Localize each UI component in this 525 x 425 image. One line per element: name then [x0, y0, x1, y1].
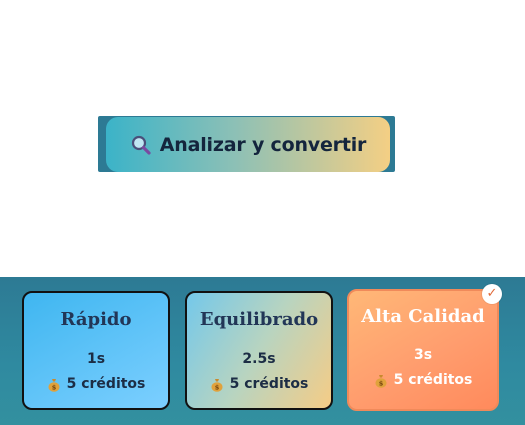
svg-text:$: $ [51, 383, 56, 391]
quality-card-equilibrado[interactable]: Equilibrado 2.5s $ 5 créditos [185, 291, 333, 410]
quality-card-alta-calidad[interactable]: ✓ Alta Calidad 3s $ 5 créditos [347, 284, 502, 411]
quality-selector: Rápido 1s $ 5 créditos Equilibrado 2.5s [0, 277, 525, 425]
selected-check-icon: ✓ [482, 284, 502, 304]
quality-card-credits: $ 5 créditos [187, 376, 331, 392]
money-bag-icon: $ [374, 373, 388, 388]
analyze-convert-button[interactable]: Analizar y convertir [106, 117, 390, 172]
svg-text:$: $ [378, 379, 383, 387]
analyze-button-label: Analizar y convertir [159, 133, 367, 156]
magnifier-icon [130, 134, 152, 156]
analyze-button-frame: Analizar y convertir [98, 116, 395, 172]
credits-label: 5 créditos [393, 372, 473, 388]
quality-card-title: Equilibrado [199, 309, 319, 330]
quality-card-time: 3s [413, 347, 433, 363]
money-bag-icon: $ [210, 377, 224, 392]
quality-card-credits: $ 5 créditos [24, 376, 168, 392]
quality-card-title: Rápido [60, 309, 132, 330]
money-bag-icon: $ [47, 377, 61, 392]
quality-card-credits: $ 5 créditos [349, 372, 497, 388]
quality-card-title: Alta Calidad [361, 306, 485, 327]
quality-card-rapido[interactable]: Rápido 1s $ 5 créditos [22, 291, 170, 410]
app-canvas: Analizar y convertir Rápido 1s $ 5 crédi… [0, 0, 525, 425]
credits-label: 5 créditos [229, 376, 309, 392]
quality-card-time: 1s [86, 351, 106, 367]
quality-card-time: 2.5s [242, 351, 276, 367]
svg-text:$: $ [214, 383, 219, 391]
credits-label: 5 créditos [66, 376, 146, 392]
